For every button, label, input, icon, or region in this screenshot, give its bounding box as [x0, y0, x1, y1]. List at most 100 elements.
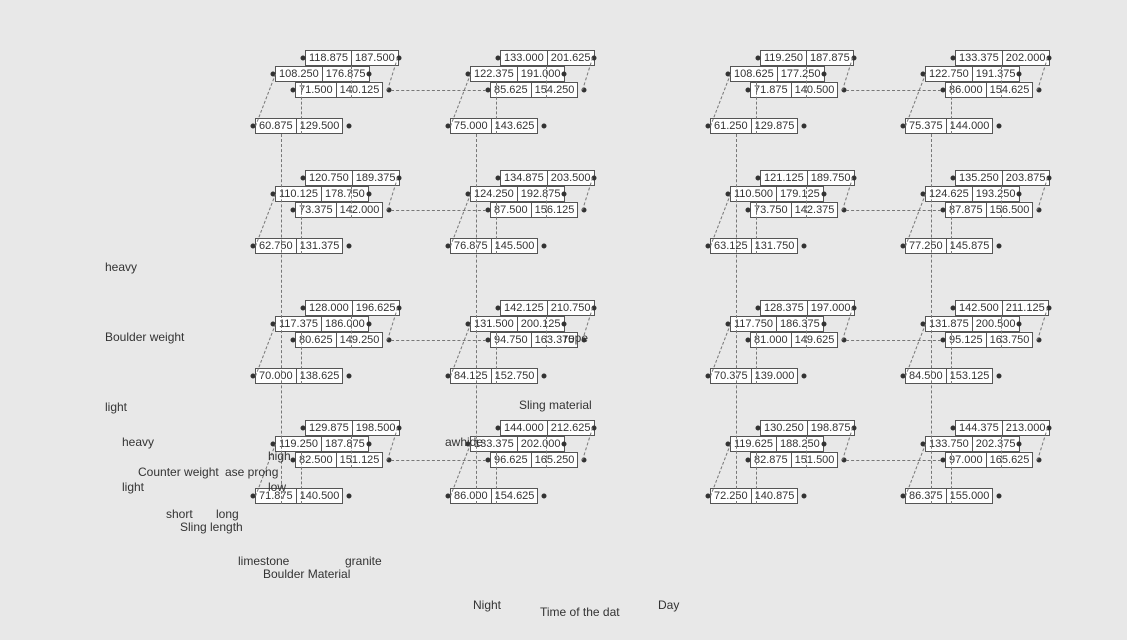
- value-pair: 117.375186.000: [275, 316, 369, 332]
- value-right: 165.625: [986, 453, 1033, 467]
- axis-boulder-material: Boulder Material: [263, 567, 350, 581]
- value-left: 122.750: [926, 67, 972, 81]
- value-pair: 135.250203.875: [955, 170, 1050, 186]
- label-rawhide: awhide: [445, 435, 483, 449]
- label-short: short: [166, 507, 193, 521]
- value-pair: 61.250129.875: [710, 118, 798, 134]
- value-left: 119.625: [731, 437, 776, 451]
- value-left: 120.750: [306, 171, 352, 185]
- value-right: 143.625: [491, 119, 538, 133]
- vertex-dot: [562, 192, 567, 197]
- vertex-dot: [367, 192, 372, 197]
- value-right: 192.875: [517, 187, 564, 201]
- edge: [1001, 66, 1002, 98]
- value-right: 187.875: [806, 51, 853, 65]
- edge: [546, 436, 547, 468]
- edge: [301, 202, 302, 254]
- value-pair: 75.375144.000: [905, 118, 993, 134]
- value-right: 163.750: [986, 333, 1033, 347]
- vertex-dot: [822, 322, 827, 327]
- vertex-dot: [347, 244, 352, 249]
- edge: [301, 332, 302, 384]
- value-right: 197.000: [807, 301, 854, 315]
- value-right: 153.125: [946, 369, 993, 383]
- vertex-dot: [822, 72, 827, 77]
- value-left: 110.500: [731, 187, 776, 201]
- value-left: 117.375: [276, 317, 321, 331]
- value-left: 128.375: [761, 301, 807, 315]
- label-day: Day: [658, 598, 679, 612]
- value-right: 200.125: [517, 317, 564, 331]
- edge: [806, 436, 807, 468]
- value-right: 191.000: [517, 67, 564, 81]
- label-heavy: heavy: [105, 260, 137, 274]
- value-right: 165.250: [531, 453, 578, 467]
- value-left: 124.250: [471, 187, 517, 201]
- value-left: 144.000: [501, 421, 547, 435]
- vertex-dot: [542, 374, 547, 379]
- label-low: low: [268, 480, 286, 494]
- value-pair: 119.625188.250: [730, 436, 824, 452]
- edge: [756, 332, 757, 384]
- value-right: 131.750: [751, 239, 798, 253]
- edge: [351, 316, 352, 348]
- value-right: 203.875: [1002, 171, 1049, 185]
- value-pair: 108.625177.250: [730, 66, 825, 82]
- value-right: 155.000: [946, 489, 993, 503]
- value-pair: 110.125178.750: [275, 186, 369, 202]
- vertex-dot: [941, 208, 946, 213]
- label-limestone: limestone: [238, 554, 289, 568]
- value-right: 189.750: [807, 171, 854, 185]
- value-right: 201.625: [547, 51, 594, 65]
- vertex-dot: [486, 338, 491, 343]
- value-pair: 82.500151.125: [295, 452, 383, 468]
- value-right: 187.875: [321, 437, 368, 451]
- value-pair: 120.750189.375: [305, 170, 400, 186]
- value-pair: 86.000154.625: [945, 82, 1033, 98]
- label-cw-heavy: heavy: [122, 435, 154, 449]
- vertex-dot: [941, 88, 946, 93]
- value-pair: 128.375197.000: [760, 300, 855, 316]
- value-left: 75.000: [451, 119, 491, 133]
- vertex-dot: [542, 494, 547, 499]
- value-pair: 121.125189.750: [760, 170, 855, 186]
- value-left: 134.875: [501, 171, 547, 185]
- value-pair: 96.625165.250: [490, 452, 578, 468]
- value-pair: 124.625193.250: [925, 186, 1020, 202]
- axis-release-prong: ase prong: [225, 465, 278, 479]
- value-pair: 133.375202.000: [955, 50, 1050, 66]
- value-left: 77.250: [906, 239, 946, 253]
- value-right: 202.000: [517, 437, 564, 451]
- value-pair: 118.875187.500: [305, 50, 399, 66]
- value-pair: 87.500156.125: [490, 202, 578, 218]
- value-right: 144.000: [946, 119, 993, 133]
- edge: [951, 82, 952, 134]
- vertex-dot: [562, 72, 567, 77]
- vertex-dot: [802, 244, 807, 249]
- value-pair: 73.750142.375: [750, 202, 838, 218]
- value-pair: 70.000138.625: [255, 368, 343, 384]
- value-right: 198.875: [807, 421, 854, 435]
- value-pair: 130.250198.875: [760, 420, 855, 436]
- edge: [756, 202, 757, 254]
- edge: [756, 452, 757, 504]
- vertex-dot: [1017, 72, 1022, 77]
- value-pair: 131.875200.500: [925, 316, 1020, 332]
- vertex-dot: [756, 176, 761, 181]
- value-pair: 97.000165.625: [945, 452, 1033, 468]
- vertex-dot: [1017, 322, 1022, 327]
- value-right: 154.250: [531, 83, 578, 97]
- value-right: 200.500: [972, 317, 1019, 331]
- value-left: 133.750: [926, 437, 972, 451]
- vertex-dot: [951, 306, 956, 311]
- edge: [391, 340, 486, 341]
- value-pair: 122.375191.000: [470, 66, 565, 82]
- value-pair: 128.000196.625: [305, 300, 400, 316]
- vertex-dot: [301, 56, 306, 61]
- vertex-dot: [802, 124, 807, 129]
- edge: [391, 210, 486, 211]
- edge: [736, 134, 737, 504]
- value-right: 154.625: [986, 83, 1033, 97]
- value-right: 177.250: [777, 67, 824, 81]
- value-right: 149.250: [336, 333, 383, 347]
